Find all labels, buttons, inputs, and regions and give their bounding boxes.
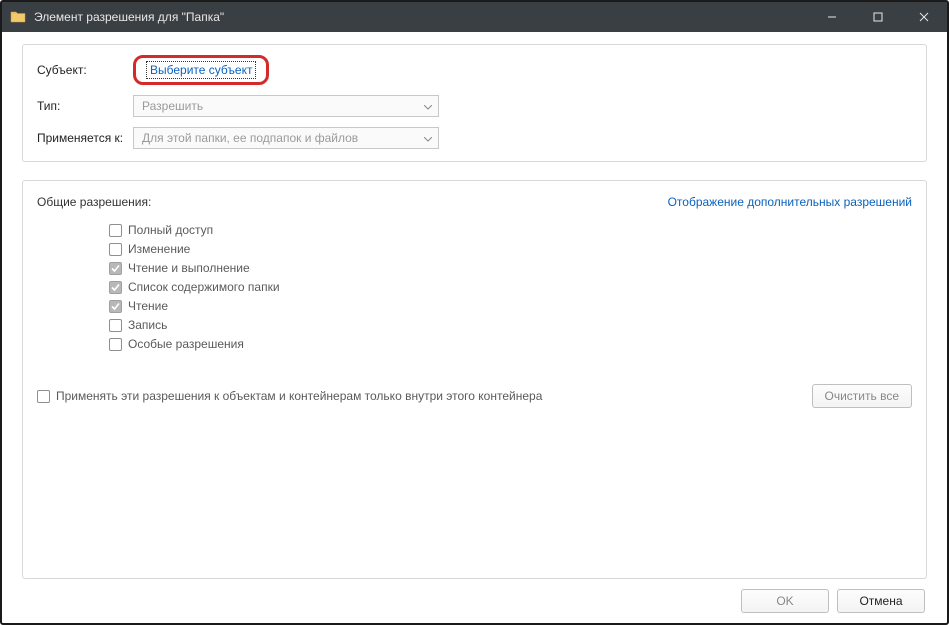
permissions-panel: Общие разрешения: Отображение дополнител…: [22, 180, 927, 579]
permission-label: Особые разрешения: [128, 337, 244, 351]
permission-row: Полный доступ: [109, 223, 912, 237]
titlebar: Элемент разрешения для "Папка": [2, 2, 947, 32]
permission-checkbox[interactable]: [109, 243, 122, 256]
permissions-title: Общие разрешения:: [37, 195, 151, 209]
window-title: Элемент разрешения для "Папка": [34, 10, 809, 24]
chevron-down-icon: [424, 99, 432, 113]
permission-label: Запись: [128, 318, 167, 332]
chevron-down-icon: [424, 131, 432, 145]
permission-label: Список содержимого папки: [128, 280, 280, 294]
type-label: Тип:: [37, 99, 133, 113]
permission-row: Изменение: [109, 242, 912, 256]
permissions-list: Полный доступ Изменение Чтение и выполнени…: [109, 223, 912, 356]
permission-checkbox[interactable]: [109, 224, 122, 237]
permission-checkbox[interactable]: [109, 281, 122, 294]
principal-panel: Субъект: Выберите субъект Тип: Разрешить…: [22, 44, 927, 162]
applies-value: Для этой папки, ее подпапок и файлов: [142, 131, 358, 145]
permission-row: Чтение: [109, 299, 912, 313]
permission-checkbox[interactable]: [109, 300, 122, 313]
folder-icon: [10, 9, 26, 25]
ok-button[interactable]: OK: [741, 589, 829, 613]
only-container-label: Применять эти разрешения к объектам и ко…: [56, 389, 542, 403]
permission-checkbox[interactable]: [109, 338, 122, 351]
permission-label: Чтение: [128, 299, 168, 313]
type-value: Разрешить: [142, 99, 203, 113]
subject-label: Субъект:: [37, 63, 133, 77]
permission-row: Список содержимого папки: [109, 280, 912, 294]
only-container-checkbox[interactable]: [37, 390, 50, 403]
permission-row: Особые разрешения: [109, 337, 912, 351]
close-button[interactable]: [901, 2, 947, 32]
subject-link-highlight: Выберите субъект: [133, 55, 269, 85]
permission-checkbox[interactable]: [109, 262, 122, 275]
permission-label: Полный доступ: [128, 223, 213, 237]
maximize-button[interactable]: [855, 2, 901, 32]
minimize-button[interactable]: [809, 2, 855, 32]
permission-checkbox[interactable]: [109, 319, 122, 332]
advanced-permissions-link[interactable]: Отображение дополнительных разрешений: [668, 195, 912, 209]
permission-label: Изменение: [128, 242, 190, 256]
permission-row: Запись: [109, 318, 912, 332]
applies-label: Применяется к:: [37, 131, 133, 145]
clear-all-button[interactable]: Очистить все: [812, 384, 912, 408]
select-subject-link[interactable]: Выберите субъект: [150, 63, 252, 77]
permission-row: Чтение и выполнение: [109, 261, 912, 275]
permission-label: Чтение и выполнение: [128, 261, 250, 275]
cancel-button[interactable]: Отмена: [837, 589, 925, 613]
dialog-footer: OK Отмена: [22, 579, 927, 623]
type-combo[interactable]: Разрешить: [133, 95, 439, 117]
applies-combo[interactable]: Для этой папки, ее подпапок и файлов: [133, 127, 439, 149]
